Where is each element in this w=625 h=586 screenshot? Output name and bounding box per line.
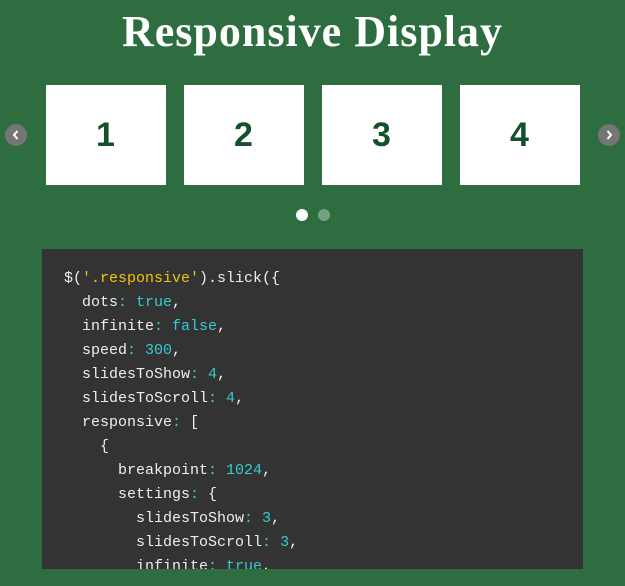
slide[interactable]: 1 — [46, 85, 166, 185]
carousel: 1 2 3 4 — [0, 85, 625, 185]
chevron-right-icon — [604, 128, 614, 142]
pagination-dots — [0, 209, 625, 221]
slide[interactable]: 4 — [460, 85, 580, 185]
code-block: $('.responsive').slick({ dots: true, inf… — [42, 249, 583, 569]
chevron-left-icon — [11, 128, 21, 142]
slide[interactable]: 2 — [184, 85, 304, 185]
slides-track: 1 2 3 4 — [30, 85, 595, 185]
dot[interactable] — [318, 209, 330, 221]
slide[interactable]: 3 — [322, 85, 442, 185]
prev-arrow-button[interactable] — [5, 124, 27, 146]
page-title: Responsive Display — [0, 0, 625, 57]
next-arrow-button[interactable] — [598, 124, 620, 146]
dot-active[interactable] — [296, 209, 308, 221]
